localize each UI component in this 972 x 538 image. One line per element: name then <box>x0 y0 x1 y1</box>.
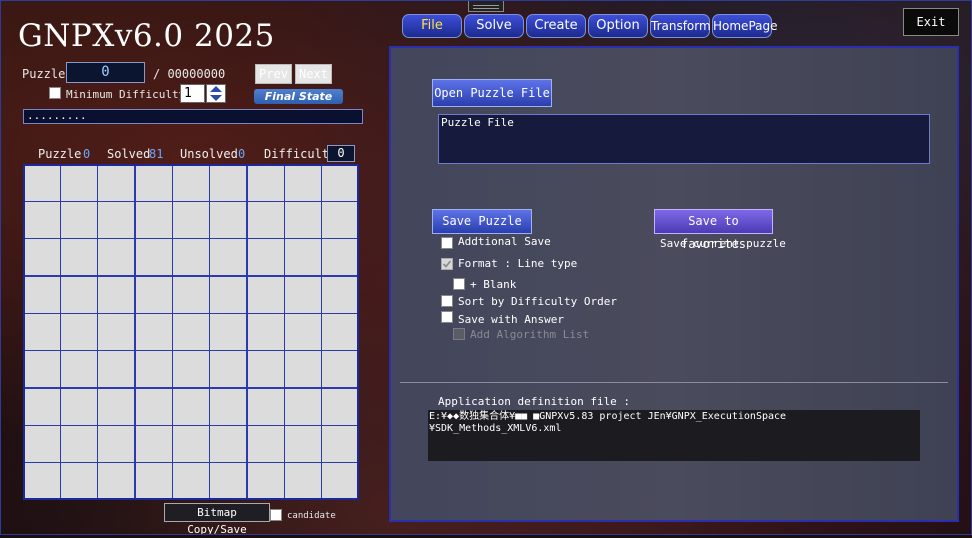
sort-by-difficulty-checkbox[interactable] <box>441 295 453 307</box>
plus-blank-checkbox[interactable] <box>453 278 465 290</box>
save-puzzle-button[interactable]: Save Puzzle <box>432 209 532 234</box>
grid-box-line <box>25 387 357 389</box>
stat-puzzle-value: 0 <box>83 147 91 161</box>
additional-save-label: Addtional Save <box>458 235 551 248</box>
grid-box-line <box>134 166 136 498</box>
grid-line <box>25 238 357 239</box>
checkmark-icon <box>442 260 452 268</box>
sort-by-difficulty-label: Sort by Difficulty Order <box>458 295 617 308</box>
tab-create[interactable]: Create <box>526 14 586 38</box>
open-puzzle-file-button[interactable]: Open Puzzle File <box>432 79 552 107</box>
grid-box-line <box>25 275 357 277</box>
app-def-label: Application definition file : <box>438 395 631 408</box>
puzzle-total: / 00000000 <box>153 67 226 81</box>
tab-file[interactable]: File <box>402 14 462 38</box>
puzzle-number-input[interactable]: 0 <box>66 62 145 83</box>
sudoku-grid[interactable] <box>23 164 359 500</box>
app-def-path-line2: ¥SDK_Methods_XMLV6.xml <box>429 423 562 434</box>
difficulty-spinner[interactable] <box>206 84 226 103</box>
additional-save-checkbox[interactable] <box>441 237 453 249</box>
save-to-favorites-button[interactable]: Save to favorites <box>654 209 773 251</box>
favorites-description: Save current puzzle <box>660 237 786 250</box>
grid-line <box>97 166 98 498</box>
app-title: GNPXv6.0 2025 <box>18 18 275 54</box>
grid-line <box>321 166 322 498</box>
stat-difficulty-label: Difficulty <box>264 147 337 161</box>
grid-line <box>25 201 357 202</box>
grid-line <box>25 313 357 314</box>
final-state-badge[interactable]: Final State <box>254 89 343 104</box>
format-line-type-checkbox[interactable] <box>441 258 453 270</box>
save-with-answer-checkbox[interactable] <box>441 311 453 323</box>
puzzle-label: Puzzle <box>22 67 66 81</box>
tab-transform[interactable]: Transform <box>650 14 711 38</box>
min-difficulty-checkbox[interactable] <box>49 87 61 99</box>
add-algorithm-list-label: Add Algorithm List <box>470 328 590 341</box>
stat-puzzle-label: Puzzle <box>38 147 82 161</box>
stat-difficulty-value: 0 <box>327 145 355 162</box>
add-algorithm-list-checkbox[interactable] <box>453 328 465 340</box>
grid-line <box>284 166 285 498</box>
stat-unsolved-value: 0 <box>238 147 246 161</box>
format-line-type-label: Format : Line type <box>458 257 578 270</box>
tab-solve[interactable]: Solve <box>464 14 524 38</box>
separator <box>400 382 948 383</box>
grid-box-line <box>246 166 248 498</box>
save-with-answer-label: Save with Answer <box>458 313 564 326</box>
app-def-path-line1: E:¥◆◆数独集合体¥■■ ■GNPXv5.83 project JEn¥GNP… <box>429 411 787 422</box>
next-button[interactable]: Next <box>295 64 332 84</box>
drag-handle[interactable] <box>468 0 504 12</box>
bitmap-copy-save-button[interactable]: Bitmap Copy/Save <box>164 503 270 536</box>
plus-blank-label: + Blank <box>470 278 517 291</box>
app-def-path-box[interactable]: E:¥◆◆数独集合体¥■■ ■GNPXv5.83 project JEn¥GNP… <box>428 410 920 461</box>
stat-unsolved-label: Unsolved <box>180 147 238 161</box>
grid-line <box>25 425 357 426</box>
candidate-checkbox[interactable] <box>270 509 282 521</box>
spinner-arrows-icon <box>210 86 222 101</box>
grid-line <box>172 166 173 498</box>
grid-line <box>25 350 357 351</box>
progress-text: ......... <box>23 109 363 124</box>
candidate-label: candidate <box>287 511 336 521</box>
exit-button[interactable]: Exit <box>903 8 959 36</box>
grid-line <box>25 462 357 463</box>
stat-solved-label: Solved <box>107 147 151 161</box>
stat-solved-value: 81 <box>149 147 164 161</box>
prev-button[interactable]: Prev <box>255 64 292 84</box>
grid-line <box>209 166 210 498</box>
min-difficulty-label: Minimum Difficulty <box>66 88 186 101</box>
tab-homepage[interactable]: HomePage <box>712 14 778 38</box>
tab-option[interactable]: Option <box>588 14 648 38</box>
min-difficulty-input[interactable]: 1 <box>180 84 205 103</box>
puzzle-file-textbox[interactable]: Puzzle File <box>438 114 930 164</box>
grid-line <box>60 166 61 498</box>
